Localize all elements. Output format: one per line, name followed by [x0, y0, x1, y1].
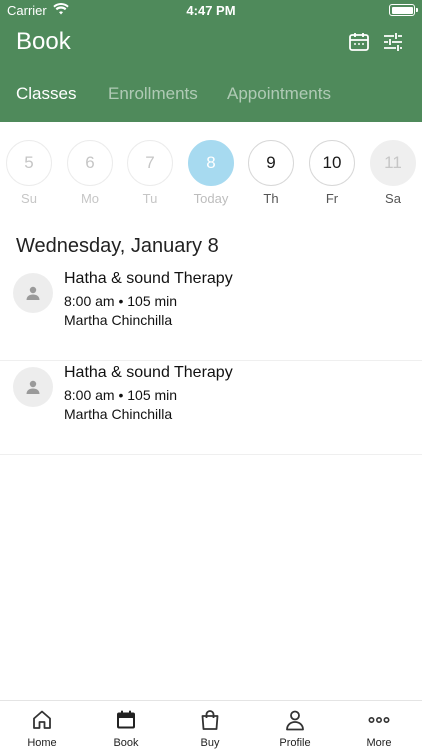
day-label: Tu: [142, 191, 158, 206]
person-placeholder-icon: [26, 380, 40, 394]
instructor-avatar: [13, 367, 53, 407]
tabbar-label: Home: [27, 737, 57, 749]
day-sunday[interactable]: 5 Su: [5, 140, 53, 206]
day-friday[interactable]: 10 Fr: [308, 140, 356, 206]
day-label: Su: [21, 191, 37, 206]
status-time: 4:47 PM: [186, 3, 236, 18]
tabbar-label: Book: [113, 737, 139, 749]
day-thursday[interactable]: 9 Th: [247, 140, 295, 206]
tab-classes[interactable]: Classes: [16, 84, 76, 104]
day-number: 11: [370, 140, 416, 186]
segment-tabs: Classes Enrollments Appointments: [0, 84, 422, 110]
tabbar-home[interactable]: Home: [0, 701, 84, 750]
day-label: Mo: [80, 191, 100, 206]
header: Carrier 4:47 PM Book Classes Enrollments…: [0, 0, 422, 122]
class-time-duration: 8:00 am • 105 min: [64, 293, 178, 309]
status-bar: Carrier 4:47 PM: [0, 0, 422, 20]
day-tuesday[interactable]: 7 Tu: [126, 140, 174, 206]
tabbar-label: Buy: [200, 737, 220, 749]
day-saturday[interactable]: 11 Sa: [369, 140, 417, 206]
tabbar-more[interactable]: More: [337, 701, 421, 750]
tabbar-book[interactable]: Book: [84, 701, 168, 750]
day-number: 5: [6, 140, 52, 186]
day-number: 10: [309, 140, 355, 186]
calendar-icon: [114, 708, 138, 732]
tabbar-buy[interactable]: Buy: [168, 701, 252, 750]
more-dots-icon: [367, 708, 391, 732]
tab-enrollments[interactable]: Enrollments: [108, 84, 198, 104]
calendar-icon[interactable]: [348, 31, 370, 53]
home-icon: [30, 708, 54, 732]
tab-appointments[interactable]: Appointments: [227, 84, 331, 104]
day-today[interactable]: 8 Today: [187, 140, 235, 206]
shopping-bag-icon: [198, 708, 222, 732]
tabbar-label: Profile: [279, 737, 311, 749]
person-icon: [283, 708, 307, 732]
day-label: Sa: [385, 191, 401, 206]
page-title: Book: [16, 28, 71, 55]
class-title: Hatha & sound Therapy: [64, 270, 233, 287]
day-number: 9: [248, 140, 294, 186]
day-monday[interactable]: 6 Mo: [66, 140, 114, 206]
class-time-duration: 8:00 am • 105 min: [64, 387, 178, 403]
class-instructor: Martha Chinchilla: [64, 312, 173, 328]
class-list-item[interactable]: Hatha & sound Therapy 8:00 am • 105 min …: [0, 267, 422, 361]
day-label: Th: [263, 191, 279, 206]
date-heading: Wednesday, January 8: [16, 235, 219, 257]
week-day-selector: 5 Su 6 Mo 7 Tu 8 Today 9 Th 10 Fr 11 Sa: [0, 140, 422, 212]
person-placeholder-icon: [26, 286, 40, 300]
day-label: Today: [193, 191, 229, 206]
filter-sliders-icon[interactable]: [382, 31, 404, 53]
class-list-item[interactable]: Hatha & sound Therapy 8:00 am • 105 min …: [0, 361, 422, 455]
bottom-tab-bar: Home Book Buy Profile More: [0, 700, 422, 750]
day-number: 6: [67, 140, 113, 186]
class-instructor: Martha Chinchilla: [64, 406, 173, 422]
day-number: 7: [127, 140, 173, 186]
class-title: Hatha & sound Therapy: [64, 364, 233, 381]
tabbar-label: More: [366, 737, 392, 749]
day-number: 8: [188, 140, 234, 186]
instructor-avatar: [13, 273, 53, 313]
tabbar-profile[interactable]: Profile: [253, 701, 337, 750]
battery-icon: [389, 4, 418, 16]
day-label: Fr: [325, 191, 339, 206]
